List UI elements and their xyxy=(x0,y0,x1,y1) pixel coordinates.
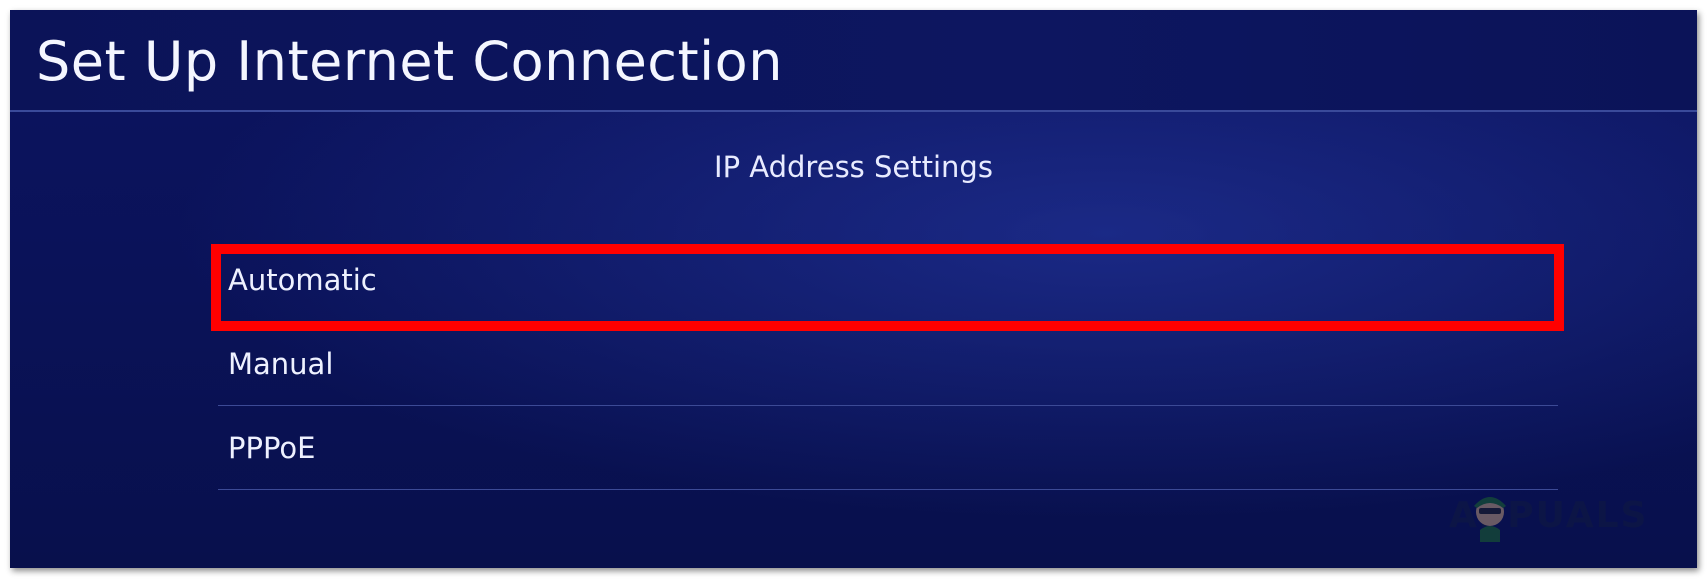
option-label-pppoe: PPPoE xyxy=(228,431,316,465)
options-list: Automatic Manual PPPoE xyxy=(218,238,1558,490)
page-title: Set Up Internet Connection xyxy=(36,30,783,93)
appuals-watermark: APPUALS xyxy=(1449,486,1669,546)
section-subtitle: IP Address Settings xyxy=(714,150,993,184)
option-pppoe[interactable]: PPPoE xyxy=(218,406,1558,490)
mascot-logo-icon xyxy=(1474,497,1506,542)
option-label-manual: Manual xyxy=(228,347,334,381)
header-bar: Set Up Internet Connection xyxy=(10,10,1697,112)
option-label-automatic: Automatic xyxy=(228,263,377,297)
option-manual[interactable]: Manual xyxy=(218,322,1558,406)
option-automatic[interactable]: Automatic xyxy=(218,238,1558,322)
ps4-settings-screen: Set Up Internet Connection IP Address Se… xyxy=(10,10,1697,568)
